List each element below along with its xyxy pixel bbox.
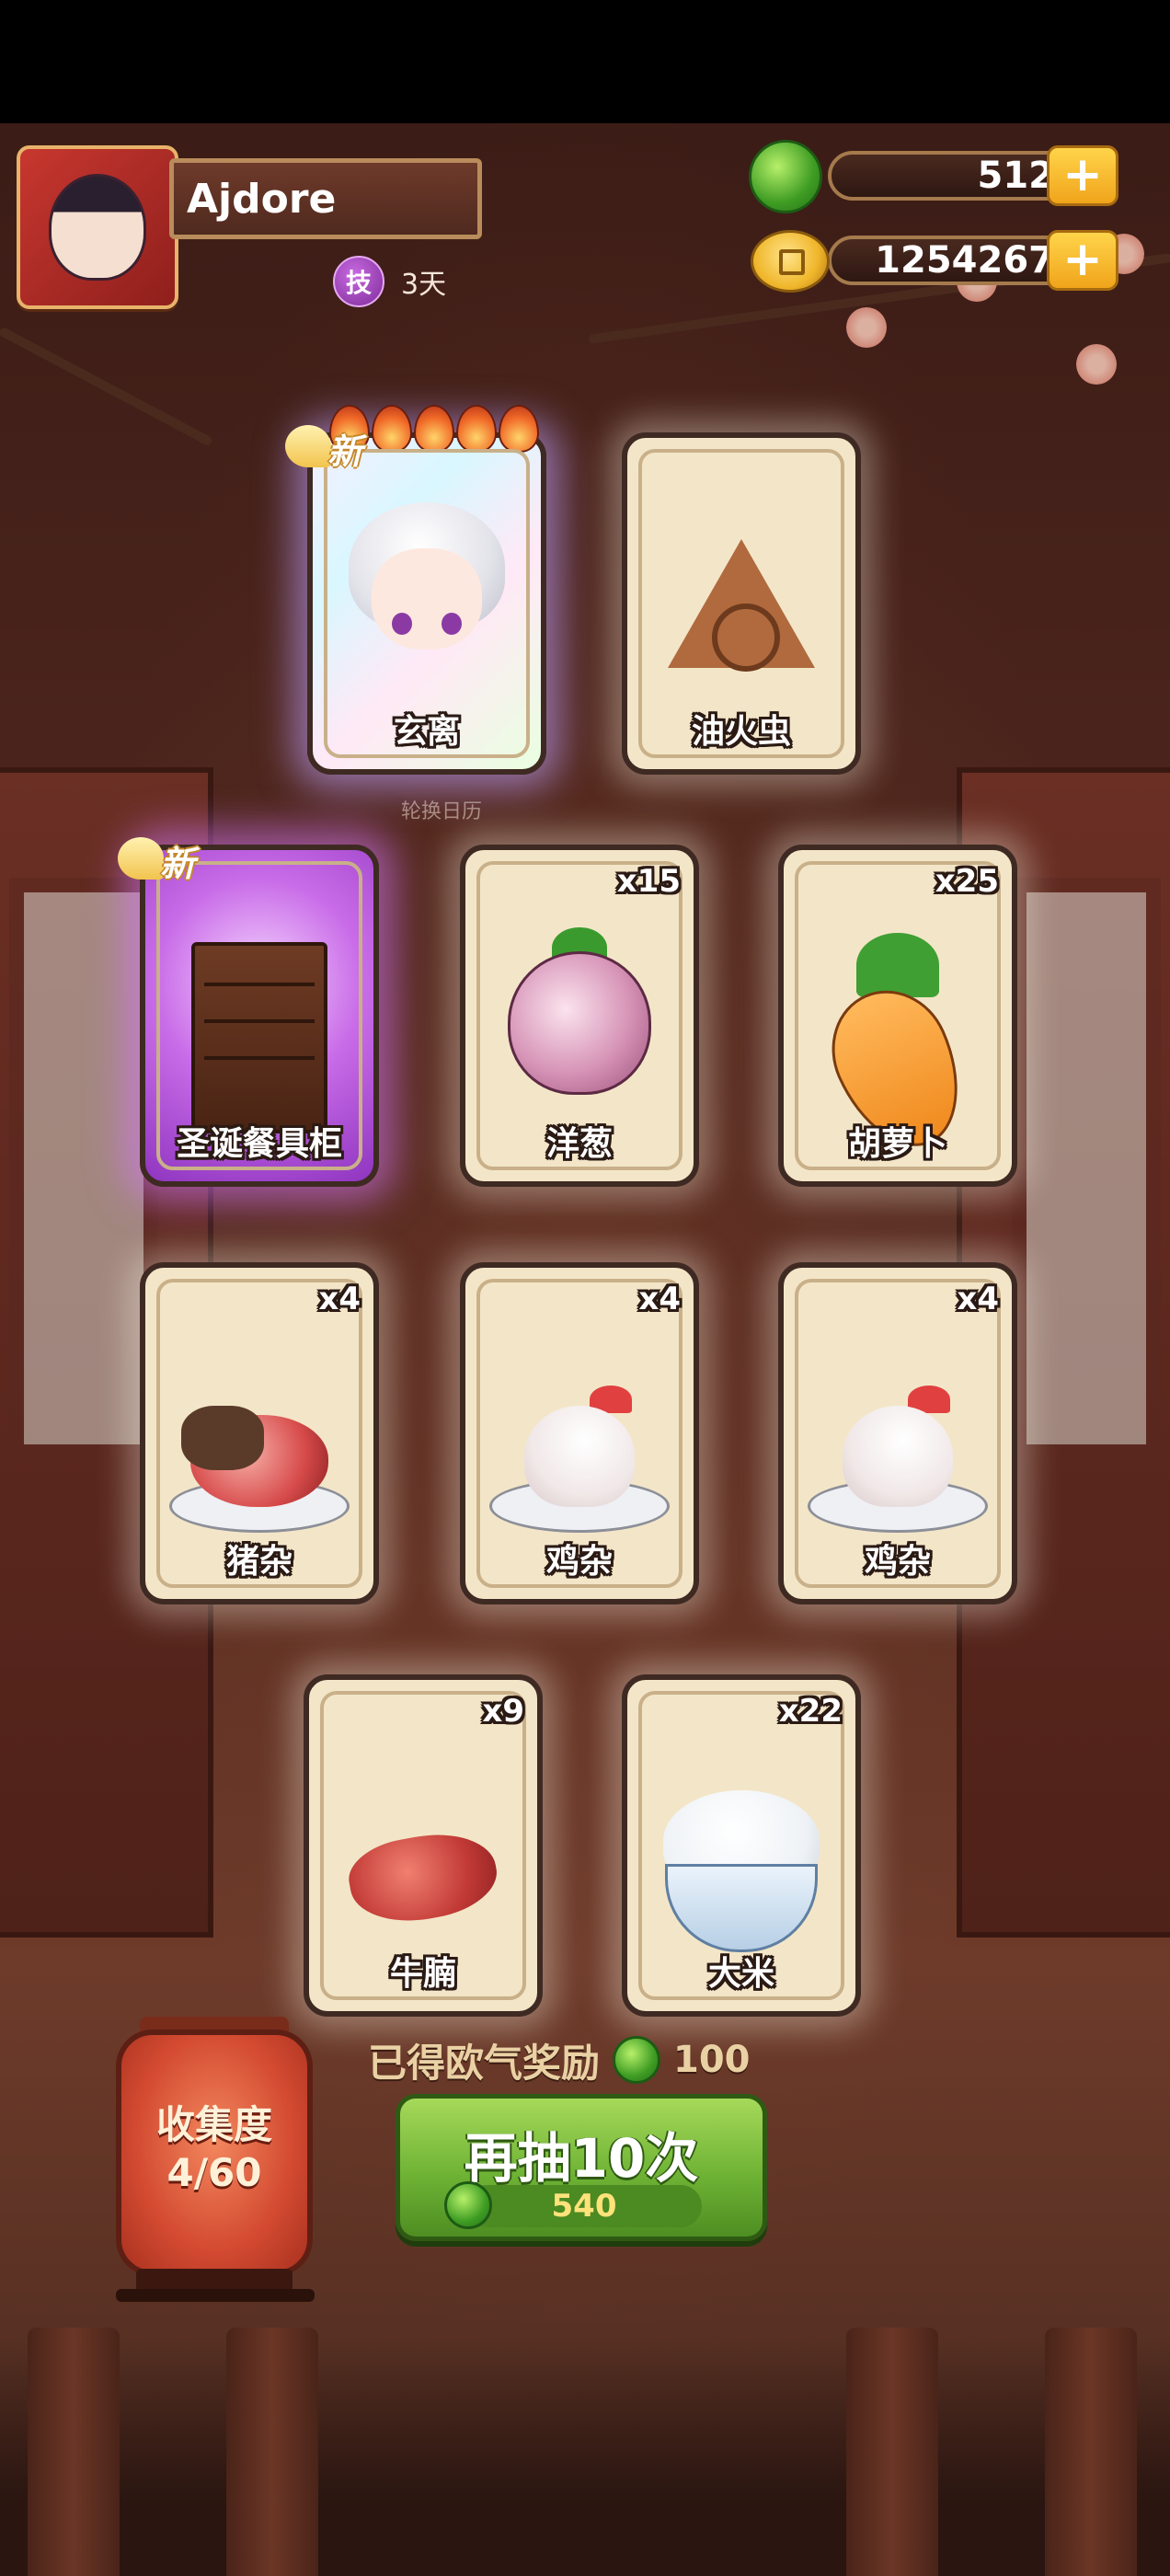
card-count: x4: [957, 1281, 999, 1317]
cabinet-shelf: [204, 1056, 315, 1060]
player-avatar[interactable]: [17, 145, 178, 309]
player-name: Ajdore: [187, 176, 337, 223]
chicken-art: [843, 1406, 953, 1507]
collection-lantern-button[interactable]: 收集度 4/60: [116, 2030, 313, 2276]
onion-art: [508, 951, 651, 1095]
collection-label: 收集度: [155, 2102, 272, 2147]
gold-amount: 1254267: [875, 239, 1054, 282]
card-count: x9: [482, 1693, 524, 1730]
cabinet-shelf: [204, 983, 315, 986]
draw-button-label: 再抽10次: [464, 2127, 699, 2190]
draw-10-button[interactable]: 再抽10次 540: [396, 2094, 767, 2241]
lantern-stand: [116, 2289, 315, 2302]
card-count: x22: [778, 1693, 843, 1730]
fence-post: [28, 2328, 120, 2576]
lattice-window-left: [9, 878, 158, 1459]
collection-text: 收集度 4/60: [121, 2101, 307, 2197]
avatar-portrait: [49, 174, 146, 281]
calendar-label: 轮换日历: [401, 800, 483, 823]
new-badge-label: 新: [160, 844, 196, 884]
card-name: 玄离: [393, 713, 460, 751]
carrot-leaves: [856, 933, 939, 997]
add-gold-button[interactable]: +: [1047, 230, 1118, 291]
new-badge: 新: [285, 416, 423, 477]
flame-star-icon: [456, 405, 497, 453]
skill-badge-icon: 技: [333, 256, 384, 307]
butterfly-wing-icon: [285, 425, 331, 467]
player-name-plate: Ajdore: [169, 158, 482, 239]
character-face: [372, 548, 482, 650]
collection-progress: 4/60: [166, 2150, 262, 2195]
card-count: x4: [638, 1281, 681, 1317]
card-item[interactable]: 油火虫: [622, 432, 861, 775]
card-item[interactable]: x4 鸡杂: [778, 1262, 1017, 1604]
blossom-flower: [846, 307, 887, 348]
blossom-flower: [1076, 344, 1117, 385]
character-eye: [442, 613, 462, 635]
new-badge-label: 新: [327, 431, 363, 472]
card-count: x25: [935, 863, 999, 900]
cabinet-art: [191, 942, 327, 1133]
card-item[interactable]: x15 洋葱: [460, 845, 699, 1187]
card-name: 洋葱: [545, 1125, 613, 1163]
flame-star-icon: [499, 405, 539, 453]
card-name: 鸡杂: [545, 1543, 613, 1581]
card-name: 猪杂: [225, 1543, 292, 1581]
card-name: 胡萝卜: [847, 1125, 947, 1163]
card-item[interactable]: x4 鸡杂: [460, 1262, 699, 1604]
card-item[interactable]: x9 牛腩: [304, 1674, 543, 2017]
card-item[interactable]: x4 猪杂: [140, 1262, 379, 1604]
floor-shadow: [0, 2337, 1170, 2576]
pork-liver-art: [181, 1406, 264, 1470]
jade-resource-bar: 512 +: [828, 145, 1118, 206]
luck-reward-line: 已得欧气奖励 100: [368, 2035, 751, 2086]
reward-label: 已得欧气奖励: [368, 2040, 601, 2086]
card-name: 鸡杂: [864, 1543, 931, 1581]
jade-coin-icon: [749, 140, 822, 213]
character-eye: [392, 613, 412, 635]
blossom-branch: [0, 326, 213, 447]
card-count: x4: [318, 1281, 361, 1317]
draw-cost-pill: 540: [444, 2181, 702, 2229]
jade-coin-icon: [613, 2036, 661, 2084]
skill-status[interactable]: 技 3天: [333, 256, 447, 307]
card-furniture[interactable]: 新 圣诞餐具柜: [118, 837, 379, 1187]
card-name: 大米: [707, 1955, 774, 1993]
card-character[interactable]: 新 玄离: [285, 405, 546, 775]
card-name: 牛腩: [389, 1955, 456, 1993]
gold-coin-icon: [751, 230, 830, 293]
skill-days-remaining: 3天: [401, 269, 447, 301]
add-jade-button[interactable]: +: [1047, 145, 1118, 206]
jade-amount: 512: [977, 155, 1055, 197]
draw-cost: 540: [551, 2188, 617, 2225]
oil-bug-swirl: [712, 604, 780, 672]
card-name: 油火虫: [691, 713, 791, 751]
butterfly-wing-icon: [118, 837, 164, 880]
chicken-art: [524, 1406, 635, 1507]
card-count: x15: [616, 863, 681, 900]
card-item[interactable]: x25 胡萝卜: [778, 845, 1017, 1187]
fence-post: [1045, 2328, 1137, 2576]
fence-post: [226, 2328, 318, 2576]
reward-value: 100: [673, 2039, 751, 2081]
new-badge: 新: [118, 828, 256, 889]
card-name: 圣诞餐具柜: [176, 1125, 342, 1163]
fence-post: [846, 2328, 938, 2576]
cabinet-shelf: [204, 1019, 315, 1023]
card-item[interactable]: x22 大米: [622, 1674, 861, 2017]
gold-resource-bar: 1254267 +: [828, 230, 1118, 291]
lattice-window-right: [1012, 878, 1161, 1459]
